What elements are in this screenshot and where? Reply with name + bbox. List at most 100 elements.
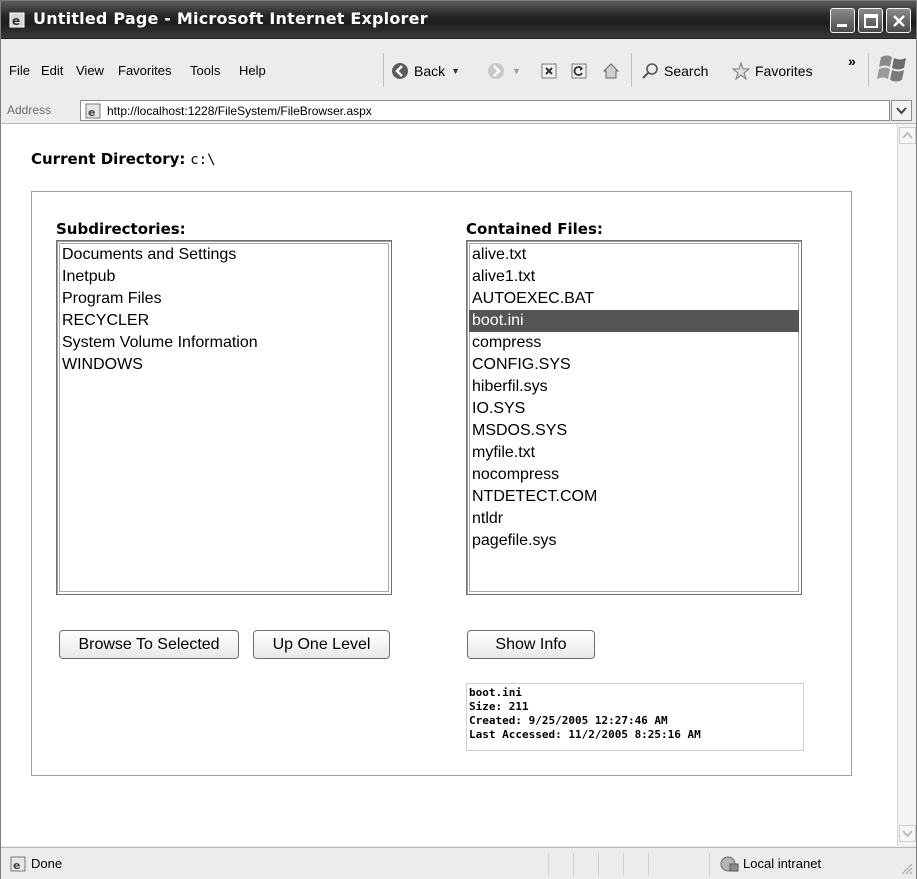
menu-file[interactable]: File xyxy=(9,63,30,78)
back-dropdown-icon[interactable]: ▼ xyxy=(451,66,460,76)
search-label: Search xyxy=(664,63,709,79)
favorites-label: Favorites xyxy=(755,63,813,79)
address-label: Address xyxy=(7,103,52,117)
back-arrow-icon xyxy=(392,63,408,79)
windows-logo-icon xyxy=(877,55,906,82)
chevron-up-icon xyxy=(902,131,913,139)
toolbar-more-chevron[interactable]: » xyxy=(848,51,856,71)
maximize-icon xyxy=(864,14,878,28)
toolbar-separator xyxy=(631,53,632,87)
list-item[interactable]: System Volume Information xyxy=(59,332,389,354)
list-item[interactable]: compress xyxy=(469,332,799,354)
list-item[interactable]: RECYCLER xyxy=(59,310,389,332)
stop-icon xyxy=(541,63,557,79)
list-item[interactable]: myfile.txt xyxy=(469,442,799,464)
minimize-icon xyxy=(837,24,847,27)
back-button[interactable]: Back ▼ xyxy=(391,61,460,81)
svg-text:e: e xyxy=(12,14,20,28)
stop-button[interactable] xyxy=(540,61,563,81)
search-button[interactable]: Search xyxy=(641,61,708,81)
back-label: Back xyxy=(414,63,446,79)
chevron-down-icon xyxy=(896,107,907,115)
minimize-button[interactable] xyxy=(830,8,855,33)
info-created: Created: 9/25/2005 12:27:46 AM xyxy=(469,714,668,727)
browse-to-selected-button[interactable]: Browse To Selected xyxy=(59,630,239,659)
list-item[interactable]: NTDETECT.COM xyxy=(469,486,799,508)
scroll-up-button[interactable] xyxy=(899,127,916,144)
home-icon xyxy=(602,63,620,79)
resize-grip-icon[interactable] xyxy=(899,861,913,875)
list-item[interactable]: nocompress xyxy=(469,464,799,486)
refresh-button[interactable] xyxy=(570,61,593,81)
menu-view[interactable]: View xyxy=(76,63,104,78)
current-directory-value: c:\ xyxy=(190,152,216,168)
security-zone-text: Local intranet xyxy=(743,856,822,871)
menu-favorites[interactable]: Favorites xyxy=(118,63,171,78)
up-one-level-button[interactable]: Up One Level xyxy=(253,630,390,659)
list-item[interactable]: ntldr xyxy=(469,508,799,530)
list-item[interactable]: hiberfil.sys xyxy=(469,376,799,398)
address-dropdown-button[interactable] xyxy=(891,100,912,121)
status-text: Done xyxy=(31,856,63,871)
chevron-down-icon xyxy=(902,830,913,838)
list-item-selected[interactable]: boot.ini xyxy=(469,310,799,332)
status-bar: e Done Local intranet xyxy=(1,847,916,879)
list-item[interactable]: CONFIG.SYS xyxy=(469,354,799,376)
list-item[interactable]: MSDOS.SYS xyxy=(469,420,799,442)
intranet-zone-icon xyxy=(720,856,739,872)
close-button[interactable] xyxy=(886,8,911,33)
browser-window: e Untitled Page - Microsoft Internet Exp… xyxy=(0,0,917,879)
forward-dropdown-icon[interactable]: ▼ xyxy=(512,66,521,76)
menu-edit[interactable]: Edit xyxy=(41,63,63,78)
status-divider xyxy=(598,853,599,875)
page-done-icon: e xyxy=(10,856,26,872)
svg-text:e: e xyxy=(88,106,95,119)
star-icon xyxy=(732,62,750,80)
forward-arrow-icon xyxy=(488,63,504,79)
forward-button[interactable]: ▼ xyxy=(487,61,521,81)
close-icon xyxy=(893,15,905,27)
browser-panel: Subdirectories: Documents and Settings I… xyxy=(31,191,852,776)
address-url: http://localhost:1228/FileSystem/FileBro… xyxy=(107,104,372,118)
list-item[interactable]: IO.SYS xyxy=(469,398,799,420)
refresh-icon xyxy=(571,63,587,79)
page-icon: e xyxy=(85,103,101,119)
menu-tools[interactable]: Tools xyxy=(190,63,220,78)
favorites-button[interactable]: Favorites xyxy=(732,61,813,81)
status-divider xyxy=(548,853,549,875)
title-bar[interactable]: e Untitled Page - Microsoft Internet Exp… xyxy=(1,1,916,39)
list-item[interactable]: WINDOWS xyxy=(59,354,389,376)
ie-logo-icon: e xyxy=(9,12,25,28)
files-title: Contained Files: xyxy=(466,220,603,238)
status-divider xyxy=(709,853,710,875)
list-item[interactable]: AUTOEXEC.BAT xyxy=(469,288,799,310)
current-directory-label: Current Directory: xyxy=(31,150,186,168)
subdirectories-title: Subdirectories: xyxy=(56,220,186,238)
list-item[interactable]: alive1.txt xyxy=(469,266,799,288)
home-button[interactable] xyxy=(602,61,625,81)
address-bar: Address e http://localhost:1228/FileSyst… xyxy=(1,98,916,124)
subdirectories-listbox[interactable]: Documents and Settings Inetpub Program F… xyxy=(56,240,392,595)
toolbar-separator xyxy=(383,53,384,87)
file-info-box: boot.ini Size: 211 Created: 9/25/2005 12… xyxy=(466,683,804,751)
status-divider xyxy=(573,853,574,875)
info-last-accessed: Last Accessed: 11/2/2005 8:25:16 AM xyxy=(469,728,701,741)
info-file-name: boot.ini xyxy=(469,686,522,699)
menu-toolbar: File Edit View Favorites Tools Help Back… xyxy=(1,39,916,99)
maximize-button[interactable] xyxy=(858,8,883,33)
list-item[interactable]: Program Files xyxy=(59,288,389,310)
show-info-button[interactable]: Show Info xyxy=(467,630,595,659)
search-icon xyxy=(642,63,658,79)
files-listbox[interactable]: alive.txt alive1.txt AUTOEXEC.BAT boot.i… xyxy=(466,240,802,595)
address-input[interactable]: e http://localhost:1228/FileSystem/FileB… xyxy=(80,100,890,121)
list-item[interactable]: pagefile.sys xyxy=(469,530,799,552)
toolbar-separator xyxy=(868,53,869,87)
page-content: Current Directory: c:\ Subdirectories: D… xyxy=(1,124,897,846)
window-title: Untitled Page - Microsoft Internet Explo… xyxy=(33,9,428,28)
list-item[interactable]: alive.txt xyxy=(469,244,799,266)
list-item[interactable]: Inetpub xyxy=(59,266,389,288)
scroll-down-button[interactable] xyxy=(899,825,916,842)
menu-help[interactable]: Help xyxy=(239,63,266,78)
vertical-scrollbar[interactable] xyxy=(897,124,916,846)
list-item[interactable]: Documents and Settings xyxy=(59,244,389,266)
